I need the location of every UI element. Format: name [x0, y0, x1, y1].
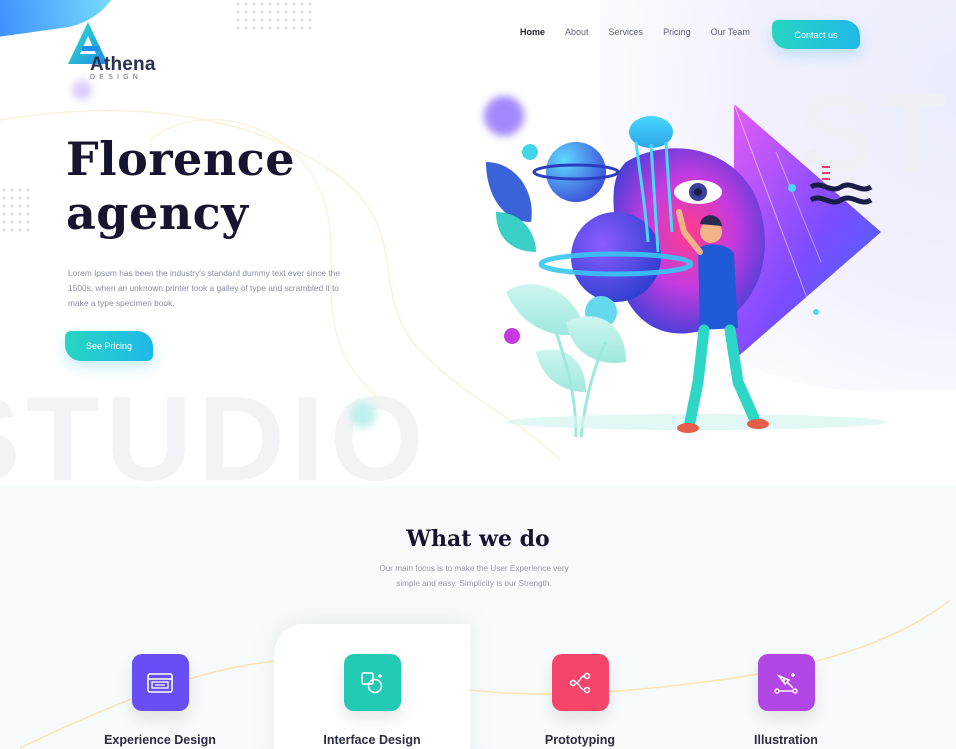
- service-label: Experience Design: [104, 733, 216, 747]
- service-experience-design[interactable]: Experience Design: [80, 654, 240, 747]
- hero-title: Florence agency: [66, 132, 295, 240]
- brand-logo[interactable]: Athena DESIGN: [68, 22, 168, 82]
- hero-title-line1: Florence: [66, 132, 296, 186]
- browser-window-icon: [131, 654, 189, 711]
- service-interface-design[interactable]: Interface Design: [292, 654, 452, 747]
- glow-dot: [72, 80, 92, 100]
- service-label: Illustration: [754, 733, 818, 747]
- brand-tagline: DESIGN: [90, 74, 143, 81]
- glow-dot: [350, 402, 376, 428]
- hero-title-line2: agency: [66, 186, 249, 240]
- pen-tool-icon: [757, 654, 815, 711]
- nav-home[interactable]: Home: [510, 25, 555, 39]
- landing-page: STUDIO STUDIO Athena DESIGN Home About S…: [0, 0, 956, 749]
- service-label: Interface Design: [323, 733, 421, 747]
- contact-us-button[interactable]: Contact us: [772, 20, 860, 49]
- shapes-icon: [343, 654, 401, 711]
- see-pricing-button[interactable]: See Pricing: [65, 331, 153, 361]
- nav-pricing[interactable]: Pricing: [653, 25, 701, 39]
- nav-our-team[interactable]: Our Team: [701, 25, 760, 39]
- hero-description: Lorem Ipsum has been the industry's stan…: [68, 268, 341, 308]
- dot-pattern-top: [234, 0, 312, 34]
- services-title: What we do: [406, 526, 550, 552]
- service-prototyping[interactable]: Prototyping: [500, 654, 660, 747]
- service-illustration[interactable]: Illustration: [706, 654, 866, 747]
- brand-name: Athena: [90, 54, 156, 75]
- nav-about[interactable]: About: [555, 25, 599, 39]
- dot-pattern-left: [0, 186, 32, 236]
- flow-nodes-icon: [551, 654, 609, 711]
- services-subtitle: Our main focus is to make the User Exper…: [379, 564, 569, 588]
- main-nav: Home About Services Pricing Our Team: [510, 25, 760, 39]
- hero-illustration: [486, 103, 886, 438]
- nav-services[interactable]: Services: [599, 25, 654, 39]
- service-label: Prototyping: [544, 733, 616, 747]
